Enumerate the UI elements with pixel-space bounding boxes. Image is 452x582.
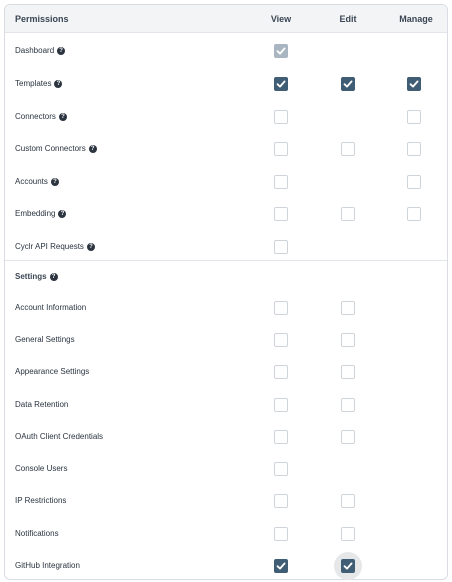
permission-label-text: GitHub Integration <box>15 561 80 570</box>
permission-label-text: Dashboard <box>15 46 55 55</box>
permission-label: Appearance Settings <box>15 367 89 376</box>
section-divider <box>5 260 447 261</box>
permission-row-cyclr-api-requests-view-checkbox[interactable] <box>274 240 288 254</box>
permission-label-text: Data Retention <box>15 400 69 409</box>
permission-label: Account Information <box>15 303 86 312</box>
permission-label: Templates? <box>15 79 63 88</box>
permission-row-appearance-settings-view-checkbox[interactable] <box>274 365 288 379</box>
permission-row-account-information-view-checkbox[interactable] <box>274 301 288 315</box>
permission-label-text: Console Users <box>15 464 68 473</box>
permission-label-text: Embedding <box>15 209 56 218</box>
permission-row-templates-edit-checkbox[interactable] <box>341 77 355 91</box>
permission-label-text: Cyclr API Requests <box>15 242 84 251</box>
permission-row-cyclr-api-requests: Cyclr API Requests? <box>5 238 447 258</box>
permission-row-general-settings-edit-checkbox[interactable] <box>341 333 355 347</box>
view-column-header: View <box>270 14 292 24</box>
permission-label-text: General Settings <box>15 335 75 344</box>
permission-row-account-information-edit-checkbox[interactable] <box>341 301 355 315</box>
permission-label: Dashboard? <box>15 46 66 55</box>
permission-row-oauth-client-credentials: OAuth Client Credentials <box>5 428 447 448</box>
permission-row-github-integration: GitHub Integration <box>5 552 447 580</box>
permission-label-text: Appearance Settings <box>15 367 90 376</box>
permission-label: Data Retention <box>15 400 68 409</box>
permission-label-text: Templates <box>15 79 52 88</box>
question-circle-icon[interactable]: ? <box>54 79 63 88</box>
permission-label-text: Notifications <box>15 529 59 538</box>
permission-row-console-users: Console Users <box>5 460 447 480</box>
permission-row-embedding-manage-checkbox[interactable] <box>407 207 421 221</box>
permission-row-general-settings: General Settings <box>5 331 447 351</box>
permission-row-notifications: Notifications <box>5 525 447 545</box>
permission-label: Embedding? <box>15 209 67 218</box>
question-circle-icon[interactable]: ? <box>57 46 66 55</box>
permission-row-github-integration-view-checkbox[interactable] <box>274 559 288 573</box>
permission-row-appearance-settings: Appearance Settings <box>5 363 447 383</box>
permission-row-ip-restrictions-view-checkbox[interactable] <box>274 494 288 508</box>
permission-row-custom-connectors-edit-checkbox[interactable] <box>341 142 355 156</box>
permission-row-custom-connectors-manage-checkbox[interactable] <box>407 142 421 156</box>
permission-row-ip-restrictions: IP Restrictions <box>5 492 447 512</box>
settings-section-header: Settings? <box>5 268 447 288</box>
permission-row-custom-connectors-view-checkbox[interactable] <box>274 142 288 156</box>
permission-row-general-settings-view-checkbox[interactable] <box>274 333 288 347</box>
permission-label-text: Connectors <box>15 112 56 121</box>
permission-row-data-retention-view-checkbox[interactable] <box>274 398 288 412</box>
permission-row-connectors-manage-checkbox[interactable] <box>407 110 421 124</box>
permission-label: General Settings <box>15 335 75 344</box>
permission-label: IP Restrictions <box>15 496 66 505</box>
permission-row-embedding-edit-checkbox[interactable] <box>341 207 355 221</box>
permission-row-dashboard: Dashboard? <box>5 42 447 62</box>
permission-row-templates: Templates? <box>5 75 447 95</box>
permission-row-custom-connectors: Custom Connectors? <box>5 140 447 160</box>
manage-column-header: Manage <box>399 14 433 24</box>
permission-row-console-users-view-checkbox[interactable] <box>274 462 288 476</box>
permission-row-embedding: Embedding? <box>5 205 447 225</box>
permission-label: Console Users <box>15 464 67 473</box>
permission-label: Accounts? <box>15 177 59 186</box>
permission-row-dashboard-view-checkbox <box>274 44 288 58</box>
permission-label-text: IP Restrictions <box>15 496 67 505</box>
permission-row-templates-view-checkbox[interactable] <box>274 77 288 91</box>
permission-row-connectors-view-checkbox[interactable] <box>274 110 288 124</box>
permission-row-accounts: Accounts? <box>5 173 447 193</box>
permission-row-templates-manage-checkbox[interactable] <box>407 77 421 91</box>
question-circle-icon[interactable]: ? <box>86 242 95 251</box>
question-circle-icon[interactable]: ? <box>58 209 67 218</box>
permission-row-ip-restrictions-edit-checkbox[interactable] <box>341 494 355 508</box>
permission-row-oauth-client-credentials-edit-checkbox[interactable] <box>341 430 355 444</box>
question-circle-icon[interactable]: ? <box>88 144 97 153</box>
permissions-header: Permissions View Edit Manage <box>5 5 447 33</box>
permission-label: GitHub Integration <box>15 561 80 570</box>
permission-label-text: Account Information <box>15 303 87 312</box>
permission-label-text: Accounts <box>15 177 48 186</box>
permission-row-accounts-view-checkbox[interactable] <box>274 175 288 189</box>
permission-row-accounts-manage-checkbox[interactable] <box>407 175 421 189</box>
permission-row-connectors: Connectors? <box>5 108 447 128</box>
permission-label: OAuth Client Credentials <box>15 432 103 441</box>
question-circle-icon[interactable]: ? <box>58 112 67 121</box>
permission-label: Connectors? <box>15 112 67 121</box>
permission-label-text: Custom Connectors <box>15 144 86 153</box>
permission-row-data-retention-edit-checkbox[interactable] <box>341 398 355 412</box>
permissions-panel: Permissions View Edit Manage Dashboard? T… <box>4 4 448 580</box>
permission-row-notifications-edit-checkbox[interactable] <box>341 527 355 541</box>
permission-label: Custom Connectors? <box>15 144 97 153</box>
permission-row-embedding-view-checkbox[interactable] <box>274 207 288 221</box>
question-circle-icon[interactable]: ? <box>50 177 59 186</box>
permission-row-data-retention: Data Retention <box>5 396 447 416</box>
permissions-column-header: Permissions <box>15 14 69 24</box>
permission-label: Cyclr API Requests? <box>15 242 95 251</box>
edit-column-header: Edit <box>339 14 357 24</box>
permission-row-appearance-settings-edit-checkbox[interactable] <box>341 365 355 379</box>
permission-label-text: OAuth Client Credentials <box>15 432 104 441</box>
permission-row-account-information: Account Information <box>5 299 447 319</box>
question-circle-icon[interactable]: ? <box>49 272 58 281</box>
permission-row-notifications-view-checkbox[interactable] <box>274 527 288 541</box>
permission-row-oauth-client-credentials-view-checkbox[interactable] <box>274 430 288 444</box>
permission-row-github-integration-edit-checkbox[interactable] <box>341 559 355 573</box>
section-label: Settings? <box>15 272 58 281</box>
permission-label: Notifications <box>15 529 59 538</box>
section-label-text: Settings <box>15 272 47 281</box>
